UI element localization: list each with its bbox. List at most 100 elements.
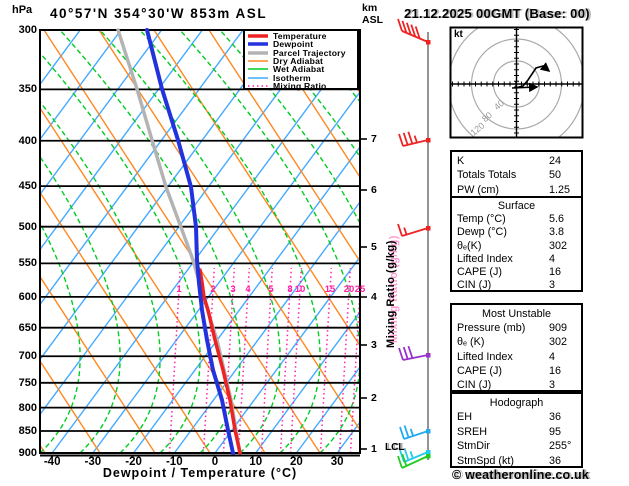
skewt-screenshot: hPa 40°57'N 354°30'W 853m ASL km ASL 21.1… [0, 0, 629, 486]
pressure-tick-label: 850 [18, 424, 37, 437]
table-row-value: 36 [549, 411, 562, 424]
table-row-value: 3 [549, 279, 556, 292]
pressure-tick-label: 750 [18, 376, 37, 389]
table-row-label: CAPE (J) [457, 266, 502, 279]
table-row-value: 4 [549, 350, 556, 363]
table-row: Lifted Index 4 [452, 253, 581, 266]
table-row-value: 36 [549, 454, 562, 467]
table-row-label: CIN (J) [457, 279, 492, 292]
table-row-value: 5.6 [549, 213, 565, 226]
table-row: Dewp (°C) 3.8 [452, 226, 581, 239]
table-row-label: StmSpd (kt) [457, 454, 514, 467]
temp-tick-label: -10 [165, 456, 183, 468]
table-row-label: SREH [457, 425, 487, 438]
pressure-tick-label: 350 [18, 83, 37, 96]
km-tick-label: 6 [371, 184, 377, 196]
pressure-tick-label: 650 [18, 321, 37, 334]
indices-table: Hodograph EH 36 SREH 95 StmDir 255° StmSpd (kt)… [450, 392, 583, 468]
wind-barb [398, 131, 431, 147]
table-row: CAPE (J) 16 [452, 266, 581, 279]
table-row: SREH 95 [452, 425, 581, 439]
wind-barb [399, 425, 431, 440]
table-row-value: 302 [549, 336, 568, 349]
table-row-value: 95 [549, 425, 562, 438]
table-section-title: Hodograph [489, 397, 544, 409]
table-row: Temp (°C) 5.6 [452, 213, 581, 226]
table-row-label: K [457, 155, 465, 167]
wind-barb [397, 223, 431, 237]
mixing-ratio-label: 25 [354, 284, 366, 295]
table-row-label: CAPE (J) [457, 364, 502, 377]
table-row: Lifted Index 4 [452, 350, 581, 364]
pressure-tick-label: 700 [18, 350, 37, 363]
km-tick-label: 4 [371, 291, 377, 303]
altitude-axis-unit: km ASL [362, 2, 383, 26]
km-tick-label: 1 [371, 443, 377, 455]
table-row: StmDir 255° [452, 439, 581, 453]
table-row-value: 255° [549, 440, 572, 453]
wind-barb [397, 18, 431, 45]
table-row-value: 24 [549, 155, 562, 167]
legend-swatch [248, 68, 268, 71]
temperature-axis-label: Dewpoint / Temperature (°C) [102, 466, 298, 480]
pressure-tick-label: 300 [18, 24, 37, 36]
table-row-value: 16 [549, 266, 562, 279]
table-row-value: 4 [549, 252, 556, 265]
table-row: StmSpd (kt) 36 [452, 454, 581, 468]
mixing-ratio-axis-label: Mixing Ratio (g/kg) [385, 240, 397, 348]
table-row: Pressure (mb) 909 [452, 321, 581, 335]
mixing-ratio-label: 10 [294, 284, 306, 295]
table-row-label: Dewp (°C) [457, 226, 507, 239]
legend-swatch [248, 50, 268, 55]
table-row-value: 16 [549, 364, 562, 377]
temp-tick-label: -30 [84, 456, 102, 468]
temp-tick-label: 10 [249, 456, 263, 468]
table-row-label: EH [457, 411, 472, 424]
table-row: CIN (J) 3 [452, 279, 581, 292]
km-tick-label: 5 [371, 241, 377, 253]
temp-tick-label: 20 [290, 456, 303, 468]
table-row-label: Lifted Index [457, 350, 513, 363]
table-row-label: Pressure (mb) [457, 322, 526, 335]
table-row-value: 50 [549, 169, 562, 182]
lcl-marker-label: LCL [385, 442, 405, 453]
pressure-tick-label: 450 [18, 180, 37, 193]
table-row-value: 3 [549, 379, 556, 392]
wind-barb [398, 345, 431, 361]
mixing-ratio-label: 1 [176, 284, 182, 295]
table-section-title: Surface [497, 200, 536, 212]
legend-swatch [248, 60, 268, 62]
legend-swatch [248, 42, 268, 47]
indices-table: Most Unstable Pressure (mb) 909 θₑ (K) 302 Li… [450, 303, 583, 392]
temp-tick-label: 0 [211, 456, 219, 468]
pressure-tick-label: 550 [18, 257, 37, 270]
table-row: θₑ (K) 302 [452, 335, 581, 349]
table-row-value: 909 [549, 322, 568, 335]
table-row-label: Temp (°C) [457, 213, 506, 226]
mixing-ratio-label: 2 [210, 284, 216, 295]
indices-table: Surface Temp (°C) 5.6 Dewp (°C) 3.8 θₑ(K) 302 L… [450, 196, 583, 292]
pressure-tick-label: 800 [18, 401, 37, 414]
table-row: K 24 [452, 154, 581, 168]
table-row: Totals Totals 50 [452, 168, 581, 182]
table-row-label: CIN (J) [457, 379, 492, 392]
table-row-label: Totals Totals [457, 169, 517, 182]
indices-table: K 24 Totals Totals 50 PW (cm) 1.25 [450, 150, 583, 198]
table-row: θₑ(K) 302 [452, 240, 581, 253]
temp-tick-label: -20 [125, 456, 142, 468]
mixing-ratio-label: 4 [245, 284, 251, 295]
run-date-title: 21.12.2025 00GMT (Base: 00) [404, 6, 590, 21]
pressure-tick-label: 400 [18, 134, 37, 147]
table-section-title: Most Unstable [481, 308, 551, 320]
table-row-value: 302 [549, 239, 568, 252]
legend-swatch [248, 85, 268, 87]
legend: Temperature Dewpoint Parcel Trajectory Dry … [243, 29, 359, 91]
pressure-tick-label: 600 [18, 290, 37, 303]
legend-item-label: Mixing Ratio [273, 80, 327, 91]
table-row: EH 36 [452, 410, 581, 424]
km-tick-label: 7 [371, 133, 377, 145]
hodograph-unit-label: kt [454, 29, 463, 40]
table-row-value: 3.8 [549, 226, 565, 239]
table-row: CIN (J) 3 [452, 378, 581, 392]
pressure-axis-unit: hPa [12, 4, 33, 16]
